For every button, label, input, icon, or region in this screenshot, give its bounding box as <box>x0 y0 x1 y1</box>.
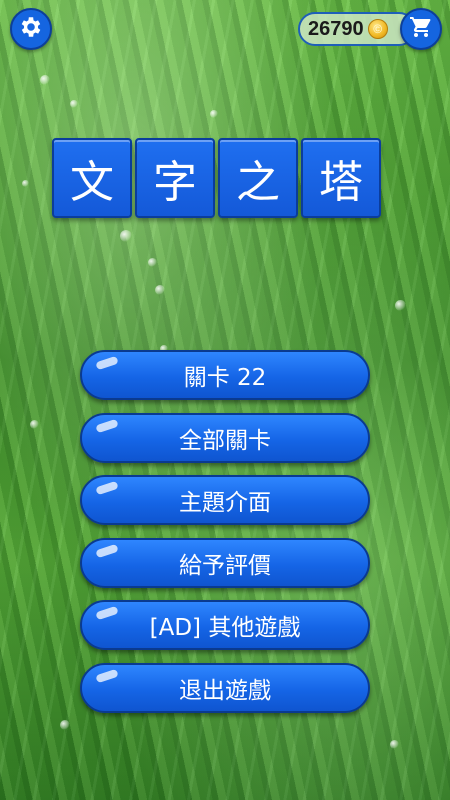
button-label: 給予評價 <box>179 552 271 579</box>
water-droplet <box>70 100 78 108</box>
other-games-button[interactable]: [AD] 其他遊戲 <box>80 600 370 650</box>
water-droplet <box>390 740 399 749</box>
exit-game-button[interactable]: 退出遊戲 <box>80 662 370 713</box>
water-droplet <box>395 300 406 311</box>
button-label: [AD] 其他遊戲 <box>149 615 301 641</box>
cart-icon <box>409 15 433 43</box>
water-droplet <box>155 285 165 295</box>
shop-button[interactable] <box>400 8 442 50</box>
game-title: 文 字 之 塔 <box>52 138 381 218</box>
water-droplet <box>148 258 157 267</box>
button-label: 關卡 22 <box>183 365 267 391</box>
rate-button[interactable]: 給予評價 <box>80 537 370 588</box>
water-droplet <box>60 720 70 730</box>
water-droplet <box>40 75 50 85</box>
water-droplet <box>30 420 39 429</box>
button-shine <box>95 355 119 371</box>
button-label: 退出遊戲 <box>179 677 271 704</box>
main-menu: 關卡 22 全部關卡 主題介面 給予評價 [AD] 其他遊戲 退出遊戲 <box>80 350 370 725</box>
button-shine <box>95 480 119 496</box>
settings-button[interactable] <box>10 8 52 50</box>
continue-level-button[interactable]: 關卡 22 <box>80 350 370 400</box>
button-shine <box>95 668 119 683</box>
button-shine <box>95 543 119 558</box>
button-shine <box>95 418 119 433</box>
button-label: 主題介面 <box>179 490 271 516</box>
title-tile: 之 <box>218 138 298 218</box>
water-droplet <box>120 230 132 242</box>
coin-counter: 26790 © <box>298 12 416 46</box>
all-levels-button[interactable]: 全部關卡 <box>80 412 370 463</box>
theme-button[interactable]: 主題介面 <box>80 475 370 525</box>
button-shine <box>95 605 119 621</box>
coin-count: 26790 <box>308 17 364 40</box>
gear-icon <box>18 14 44 44</box>
title-tile: 文 <box>52 138 132 218</box>
button-label: 全部關卡 <box>179 427 271 454</box>
title-tile: 字 <box>135 138 215 218</box>
title-tile: 塔 <box>301 138 381 218</box>
coin-icon: © <box>367 19 388 39</box>
water-droplet <box>22 180 29 187</box>
water-droplet <box>210 110 218 118</box>
